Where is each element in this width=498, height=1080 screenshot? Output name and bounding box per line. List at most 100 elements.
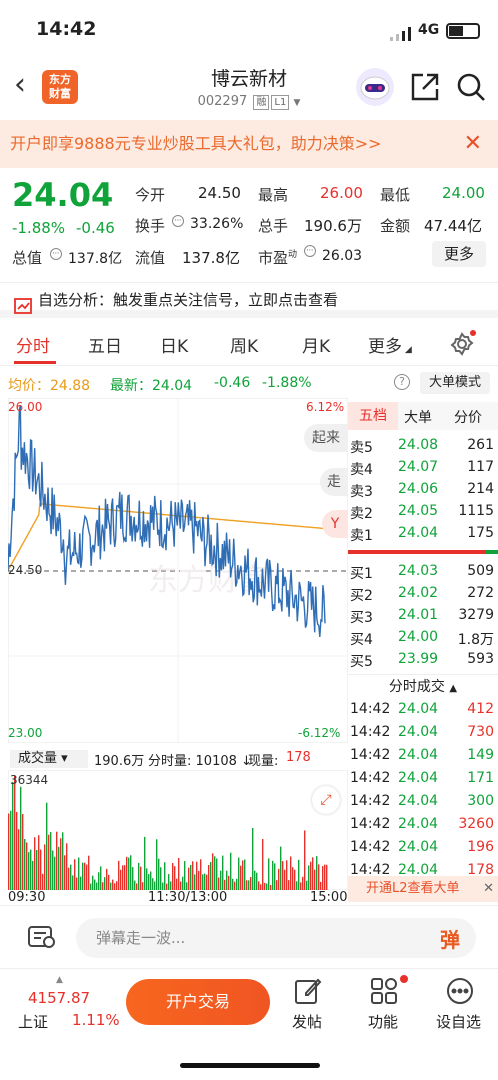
float-value: 137.8亿	[182, 249, 240, 267]
volume-selector[interactable]: 成交量 ▾	[10, 750, 88, 768]
volume-value: 190.6万	[304, 217, 362, 235]
volume-bar	[86, 864, 88, 890]
info-icon[interactable]: ⋯	[304, 245, 316, 257]
level-volume: 3279	[458, 607, 494, 623]
expand-icon[interactable]: ⤢	[312, 786, 340, 814]
y-mid: 24.50	[8, 563, 43, 577]
share-icon[interactable]	[410, 72, 440, 106]
tab-intraday[interactable]: 分时	[16, 332, 50, 357]
index-pct: 1.11%	[72, 1011, 120, 1029]
l2-banner[interactable]: 开通L2查看大单 ✕	[348, 876, 498, 902]
more-button[interactable]: 更多	[432, 241, 486, 267]
danmaku-input[interactable]: 弹幕走一波...	[76, 918, 476, 958]
network-label: 4G	[418, 22, 440, 38]
add-watchlist-label[interactable]: 设自选	[436, 1011, 481, 1032]
volume-bar	[276, 880, 278, 890]
index-value[interactable]: 4157.87	[28, 989, 90, 1007]
level-volume: 272	[467, 585, 494, 601]
tab-weekly-k[interactable]: 周K	[230, 332, 258, 357]
status-bar: 14:42 4G	[0, 0, 498, 56]
orderbook-row[interactable]: 卖5 24.08 261	[348, 434, 498, 456]
volume-bar	[134, 880, 136, 890]
tab-five-day[interactable]: 五日	[88, 332, 122, 357]
orderbook-row[interactable]: 买3 24.01 3279	[348, 604, 498, 626]
turnover-label: 换手	[135, 217, 166, 235]
signal-y-icon[interactable]: Y	[322, 510, 348, 538]
battery-icon	[446, 23, 480, 39]
volume-bar	[298, 859, 300, 890]
tab-price-dist[interactable]: 分价	[454, 407, 482, 427]
close-icon[interactable]: ✕	[464, 120, 482, 168]
danmaku-toggle[interactable]: 弹	[440, 924, 466, 952]
level-volume: 214	[467, 481, 494, 497]
orderbook-row[interactable]: 买5 23.99 593	[348, 648, 498, 670]
promo-banner[interactable]: 开户即享9888元专业炒股工具大礼包，助力决策>> ✕	[0, 120, 498, 168]
post-icon[interactable]	[294, 977, 322, 1009]
volume-bar	[274, 863, 276, 890]
tab-five-levels[interactable]: 五档	[348, 402, 398, 430]
settings-icon[interactable]	[450, 330, 476, 360]
volume-bar	[246, 880, 248, 890]
info-icon[interactable]: ⋯	[172, 215, 184, 227]
rise-button[interactable]: 起来	[304, 424, 348, 452]
more-options-icon[interactable]	[446, 977, 474, 1009]
volume-bar	[192, 861, 194, 890]
tab-more[interactable]: 更多 ◢	[368, 332, 412, 357]
volume-bar	[128, 857, 130, 890]
volume-chart[interactable]: 36344 ⤢	[7, 769, 349, 891]
robot-avatar-icon[interactable]	[356, 68, 394, 106]
trade-time: 14:42	[350, 839, 391, 855]
tab-monthly-k[interactable]: 月K	[302, 332, 330, 357]
volume-bar	[22, 814, 24, 890]
volume-bar	[112, 879, 114, 890]
open-account-trade-button[interactable]: 开户交易	[126, 979, 270, 1025]
orderbook-row[interactable]: 买2 24.02 272	[348, 582, 498, 604]
go-button[interactable]: 走	[320, 468, 348, 496]
intraday-chart[interactable]: 东方财富 26.00 24.50 23.00 6.12% -6.12% 起来 走…	[7, 397, 349, 744]
info-icon[interactable]: ⋯	[50, 248, 62, 260]
function-icon[interactable]	[370, 975, 408, 1009]
trade-row: 14:42 24.04 730	[348, 721, 498, 744]
comment-list-icon[interactable]	[28, 924, 56, 954]
search-icon[interactable]	[456, 72, 486, 106]
float-label: 流值	[135, 249, 166, 267]
post-label[interactable]: 发帖	[292, 1011, 322, 1032]
volume-bar	[32, 860, 34, 890]
big-order-mode-button[interactable]: 大单模式	[420, 372, 490, 394]
volume-bar	[106, 868, 108, 890]
index-name: 上证	[18, 1013, 49, 1031]
close-icon[interactable]: ✕	[483, 876, 494, 902]
orderbook-row[interactable]: 卖2 24.05 1115	[348, 500, 498, 522]
level-label: 卖2	[350, 506, 373, 522]
chart-icon	[14, 292, 32, 326]
volume-bar	[194, 874, 196, 890]
help-icon[interactable]: ?	[394, 374, 410, 390]
orderbook-row[interactable]: 卖4 24.07 117	[348, 456, 498, 478]
volume-bar	[154, 881, 156, 890]
volume-bar	[172, 863, 174, 890]
function-label[interactable]: 功能	[368, 1011, 398, 1032]
nav-bar: ‹ 东方 财富 博云新材 002297 融 L1 ▼	[0, 56, 498, 118]
volume-bar	[180, 881, 182, 890]
volume-bar	[62, 832, 64, 890]
level-volume: 593	[467, 651, 494, 667]
y-max: 26.00	[8, 400, 43, 414]
volume-bar	[214, 856, 216, 890]
orderbook-row[interactable]: 卖1 24.04 175	[348, 522, 498, 544]
open-label: 今开	[135, 186, 166, 204]
chart-tabs: 分时 五日 日K 周K 月K 更多 ◢	[0, 322, 498, 366]
volume-bar	[220, 870, 222, 890]
trades-title[interactable]: 分时成交 ▲	[348, 674, 498, 698]
volume-bar	[286, 860, 288, 890]
orderbook-row[interactable]: 买1 24.03 509	[348, 560, 498, 582]
latest-price: 最新：24.04	[110, 378, 193, 394]
tab-daily-k[interactable]: 日K	[160, 332, 188, 357]
analysis-banner[interactable]: 自选分析：触发重点关注信号，立即点击查看	[0, 282, 498, 318]
tab-big-orders[interactable]: 大单	[404, 407, 432, 427]
volume-bar	[314, 869, 316, 890]
tick-volume: 分时量: 10108 ↓	[148, 754, 252, 769]
trade-price: 24.04	[398, 793, 439, 809]
orderbook-row[interactable]: 买4 24.00 1.8万	[348, 626, 498, 648]
volume-bar	[324, 864, 326, 890]
orderbook-row[interactable]: 卖3 24.06 214	[348, 478, 498, 500]
